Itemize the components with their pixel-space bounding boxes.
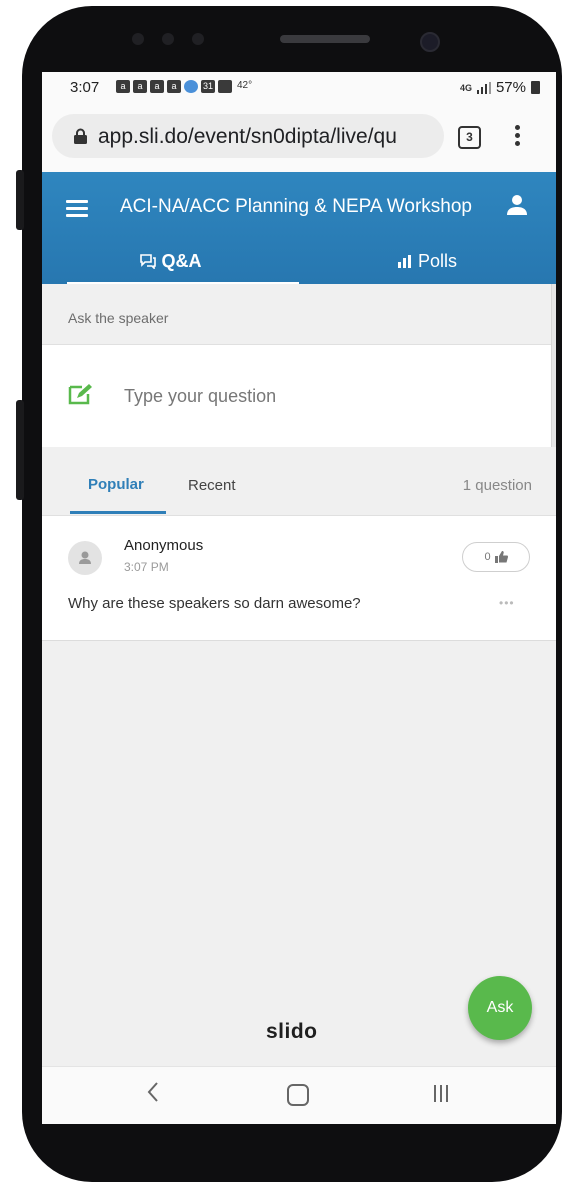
avatar — [68, 541, 102, 575]
question-input[interactable]: Type your question — [42, 344, 556, 448]
status-bar: 3:07 a a a a 31 42° 4G 57% — [42, 72, 556, 102]
network-icon: 4G — [459, 82, 472, 93]
user-icon[interactable] — [506, 194, 528, 216]
home-icon[interactable] — [287, 1084, 309, 1106]
aa-icon: a — [133, 80, 147, 93]
back-icon[interactable] — [146, 1080, 160, 1104]
phone-sensor — [132, 33, 144, 45]
battery-icon — [531, 81, 540, 94]
status-right: 4G 57% — [460, 79, 540, 96]
tab-qa-label: Q&A — [161, 251, 202, 271]
notification-icons: a a a a 31 42° — [116, 80, 252, 93]
phone-sensor — [162, 33, 174, 45]
browser-toolbar: app.sli.do/event/sn0dipta/live/qu 3 — [42, 102, 556, 172]
filter-popular[interactable]: Popular — [88, 476, 144, 493]
ask-section-label: Ask the speaker — [68, 310, 169, 326]
phone-side-button — [16, 170, 24, 230]
question-text: Why are these speakers so darn awesome? — [68, 595, 361, 612]
filter-active-indicator — [70, 511, 166, 514]
question-author: Anonymous — [124, 537, 204, 554]
browser-menu-icon[interactable] — [512, 125, 522, 149]
edit-icon — [68, 384, 92, 405]
slido-logo: slido — [266, 1020, 318, 1043]
calendar-icon: 31 — [201, 80, 215, 93]
question-count: 1 question — [462, 477, 532, 494]
tab-polls-label: Polls — [417, 251, 457, 271]
recents-icon[interactable] — [434, 1085, 448, 1102]
phone-speaker — [280, 35, 370, 43]
status-time: 3:07 — [70, 79, 100, 96]
question-filter-bar: Popular Recent 1 question — [42, 447, 556, 516]
tab-qa[interactable]: Q&A — [42, 240, 299, 284]
signal-icon — [476, 81, 491, 94]
front-camera — [420, 32, 440, 52]
address-bar[interactable]: app.sli.do/event/sn0dipta/live/qu — [52, 114, 444, 158]
ask-section-header: Ask the speaker — [42, 284, 556, 344]
url-text[interactable]: app.sli.do/event/sn0dipta/live/qu — [98, 125, 440, 149]
battery-percent: 57% — [495, 79, 526, 96]
more-options-icon[interactable]: ••• — [499, 596, 515, 610]
question-card: Anonymous 3:07 PM 0 Why are these speake… — [42, 516, 556, 641]
aa-icon: a — [150, 80, 164, 93]
thumbs-up-icon — [494, 551, 508, 563]
question-placeholder: Type your question — [124, 386, 277, 406]
phone-sensor — [192, 33, 204, 45]
ask-button[interactable]: Ask — [468, 976, 532, 1040]
phone-side-button — [16, 400, 24, 500]
like-count: 0 — [484, 551, 491, 563]
event-title: ACI-NA/ACC Planning & NEPA Workshop — [120, 196, 472, 217]
bar-chart-icon — [397, 255, 411, 268]
tab-switcher-button[interactable]: 3 — [458, 126, 481, 149]
system-nav-bar — [42, 1066, 556, 1124]
phone-screen: 3:07 a a a a 31 42° 4G 57% app.sli.do/ev… — [42, 72, 556, 1124]
like-button[interactable]: 0 — [462, 542, 530, 572]
aa-icon: a — [116, 80, 130, 93]
image-icon — [218, 80, 232, 93]
person-icon — [79, 551, 91, 564]
question-time: 3:07 PM — [124, 560, 169, 574]
aa-icon: a — [167, 80, 181, 93]
tab-polls[interactable]: Polls — [299, 240, 556, 284]
app-blue-icon — [184, 80, 198, 93]
lock-icon — [74, 128, 87, 144]
menu-icon[interactable] — [66, 200, 88, 217]
status-temperature: 42° — [237, 80, 253, 91]
filter-recent[interactable]: Recent — [188, 477, 236, 494]
app-header: ACI-NA/ACC Planning & NEPA Workshop Q&A … — [42, 172, 556, 284]
speech-bubble-icon — [139, 254, 156, 269]
